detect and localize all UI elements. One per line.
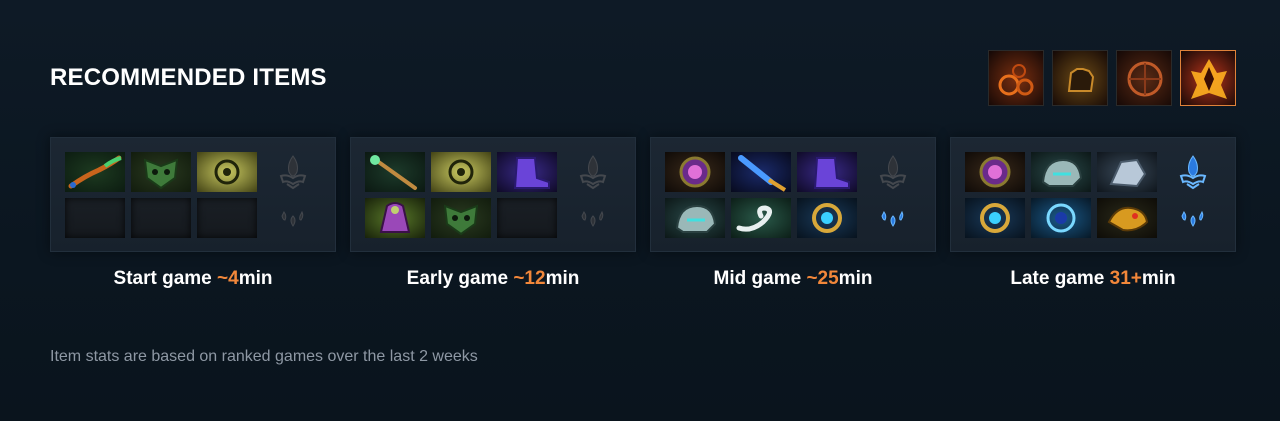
green-mask-item-icon[interactable] [431, 198, 491, 238]
green-mask-item-icon[interactable] [131, 152, 191, 192]
item-build-panel [50, 137, 336, 252]
ability-2-icon[interactable] [1052, 50, 1108, 106]
ability-3-icon[interactable] [1116, 50, 1172, 106]
page-title: RECOMMENDED ITEMS [50, 64, 327, 91]
phase-label: Early game ~12min [350, 268, 636, 290]
gold-ring-item-icon[interactable] [965, 198, 1025, 238]
neutral-tier-icon[interactable] [575, 200, 611, 236]
ultimate-ability-icon[interactable] [1180, 50, 1236, 106]
phase-name: Start game [113, 268, 218, 289]
silver-helm-item-icon[interactable] [665, 198, 725, 238]
phase-name: Early game [406, 268, 514, 289]
gold-dragon-item-icon[interactable] [1097, 198, 1157, 238]
neutral-tier-icon[interactable] [1175, 200, 1211, 236]
purple-boots-item-icon[interactable] [497, 152, 557, 192]
item-build-panel [950, 137, 1236, 252]
phase-unit: min [238, 268, 273, 289]
yellow-orb-item-icon[interactable] [197, 152, 257, 192]
purple-cloak-item-icon[interactable] [365, 198, 425, 238]
empty-slot [65, 198, 125, 238]
blue-orb-item-icon[interactable] [1031, 198, 1091, 238]
phase-column: Mid game ~25min [650, 137, 936, 290]
phase-name: Late game [1010, 268, 1110, 289]
ability-selector [988, 50, 1236, 106]
phase-label: Mid game ~25min [650, 268, 936, 290]
empty-slot [197, 198, 257, 238]
phase-name: Mid game [713, 268, 807, 289]
silver-gauntlet-item-icon[interactable] [1097, 152, 1157, 192]
item-build-panels: Start game ~4min Early game ~12min Mid g… [50, 137, 1236, 290]
phase-label: Late game 31+min [950, 268, 1236, 290]
neutral-token-icon[interactable] [1175, 154, 1211, 190]
blue-staff-item-icon[interactable] [731, 152, 791, 192]
phase-label: Start game ~4min [50, 268, 336, 290]
phase-unit: min [838, 268, 873, 289]
phase-time: 31+ [1109, 268, 1142, 289]
phase-column: Start game ~4min [50, 137, 336, 290]
pink-gem-item-icon[interactable] [965, 152, 1025, 192]
phase-unit: min [545, 268, 580, 289]
phase-column: Late game 31+min [950, 137, 1236, 290]
phase-time: ~12 [513, 268, 546, 289]
phase-time: ~4 [217, 268, 239, 289]
white-swirl-item-icon[interactable] [731, 198, 791, 238]
phase-time: ~25 [806, 268, 839, 289]
silver-helm-item-icon[interactable] [1031, 152, 1091, 192]
neutral-token-icon[interactable] [875, 154, 911, 190]
footnote: Item stats are based on ranked games ove… [50, 348, 478, 365]
phase-unit: min [1141, 268, 1176, 289]
empty-slot [131, 198, 191, 238]
yellow-orb-item-icon[interactable] [431, 152, 491, 192]
pink-gem-item-icon[interactable] [665, 152, 725, 192]
item-build-panel [650, 137, 936, 252]
neutral-token-icon[interactable] [575, 154, 611, 190]
gold-ring-item-icon[interactable] [797, 198, 857, 238]
item-build-panel [350, 137, 636, 252]
neutral-token-icon[interactable] [275, 154, 311, 190]
empty-slot [497, 198, 557, 238]
mana-branch-item-icon[interactable] [65, 152, 125, 192]
purple-boots-item-icon[interactable] [797, 152, 857, 192]
phase-column: Early game ~12min [350, 137, 636, 290]
ability-1-icon[interactable] [988, 50, 1044, 106]
green-wand-item-icon[interactable] [365, 152, 425, 192]
neutral-tier-icon[interactable] [875, 200, 911, 236]
neutral-tier-icon[interactable] [275, 200, 311, 236]
